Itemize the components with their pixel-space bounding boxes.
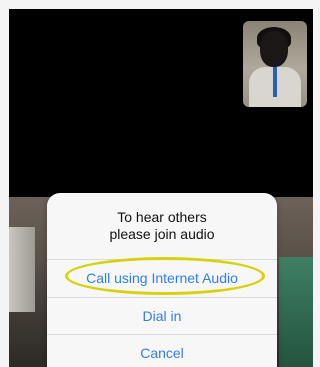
dial-in-label: Dial in	[142, 308, 182, 324]
dialog-title: To hear others please join audio	[47, 209, 277, 243]
dialog-title-line2: please join audio	[109, 226, 215, 242]
room-wall	[9, 227, 35, 312]
participant-face	[260, 31, 288, 67]
dialog-title-line1: To hear others	[117, 209, 207, 225]
cancel-label: Cancel	[140, 345, 184, 361]
self-view-thumbnail[interactable]	[243, 21, 307, 107]
participant-lanyard	[273, 67, 277, 97]
cancel-button[interactable]: Cancel	[47, 334, 277, 367]
room-plant	[279, 257, 313, 367]
dial-in-button[interactable]: Dial in	[47, 297, 277, 335]
call-internet-audio-label: Call using Internet Audio	[86, 270, 238, 286]
join-audio-dialog: To hear others please join audio Call us…	[47, 193, 277, 367]
call-internet-audio-button[interactable]: Call using Internet Audio	[47, 259, 277, 297]
